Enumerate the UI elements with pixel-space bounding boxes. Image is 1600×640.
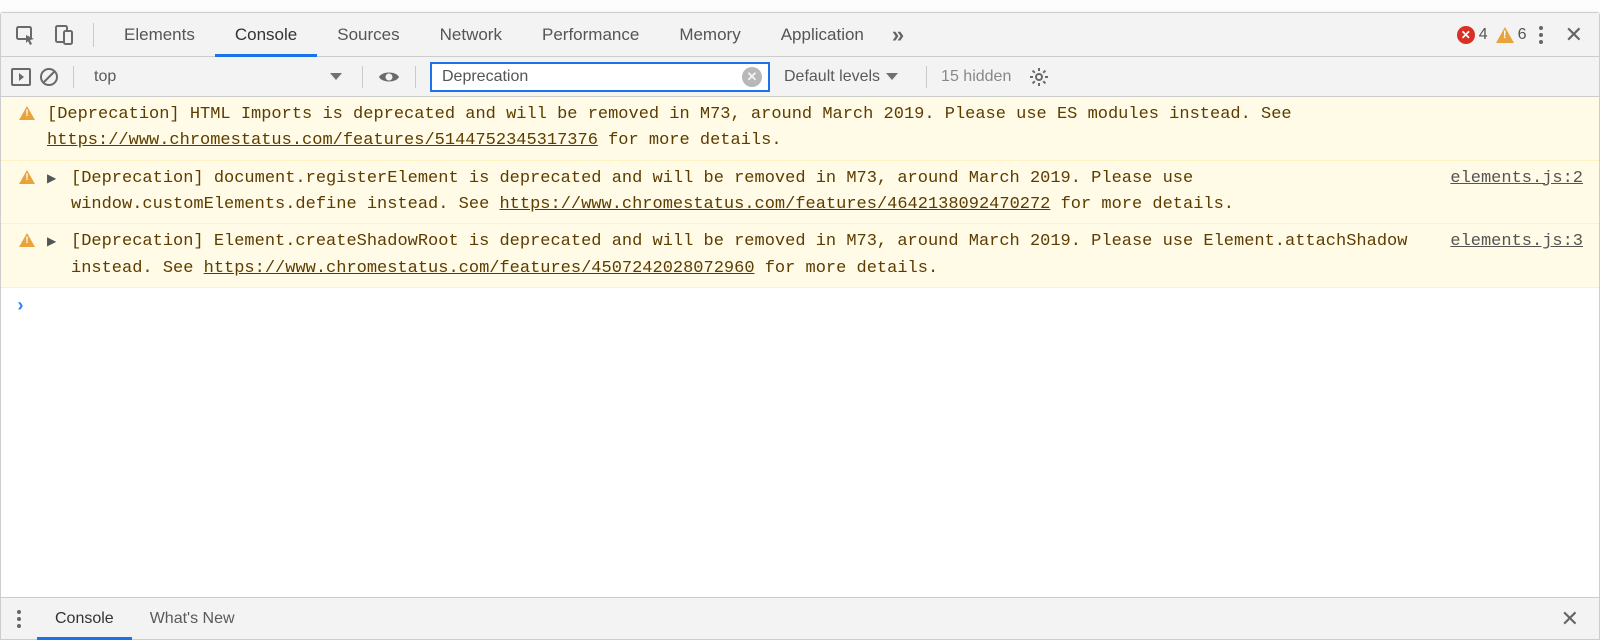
hidden-messages-count[interactable]: 15 hidden	[941, 68, 1011, 86]
live-expression-icon[interactable]	[377, 68, 401, 86]
inspect-element-icon[interactable]	[7, 18, 45, 52]
drawer-tab-whatsnew[interactable]: What's New	[132, 598, 253, 640]
close-drawer-icon[interactable]: ✕	[1551, 606, 1589, 632]
source-link[interactable]: elements.js:2	[1450, 169, 1583, 188]
separator	[93, 23, 94, 47]
console-warning-row[interactable]: ▶ [Deprecation] document.registerElement…	[1, 161, 1599, 225]
expand-toggle-icon[interactable]: ▶	[47, 229, 61, 282]
drawer-menu-icon[interactable]	[11, 604, 37, 634]
message-text: [Deprecation] HTML Imports is deprecated…	[47, 102, 1583, 155]
error-count-badge[interactable]: ✕ 4	[1457, 26, 1488, 44]
clear-console-icon[interactable]	[39, 67, 59, 87]
more-tabs-icon[interactable]: »	[884, 16, 912, 54]
tab-memory[interactable]: Memory	[659, 13, 760, 57]
separator	[362, 66, 363, 88]
tab-console[interactable]: Console	[215, 13, 317, 57]
toggle-sidebar-icon[interactable]	[11, 68, 31, 86]
main-tabstrip: Elements Console Sources Network Perform…	[1, 13, 1599, 57]
separator	[73, 66, 74, 88]
context-label: top	[94, 68, 116, 86]
chevron-down-icon	[886, 73, 898, 80]
warning-icon	[19, 106, 35, 120]
chevron-down-icon	[330, 73, 342, 80]
expand-toggle-icon[interactable]: ▶	[47, 166, 61, 219]
clear-filter-icon[interactable]: ✕	[742, 67, 762, 87]
drawer-tabstrip: Console What's New ✕	[1, 597, 1599, 639]
error-icon: ✕	[1457, 26, 1475, 44]
separator	[415, 66, 416, 88]
warning-count: 6	[1518, 26, 1527, 44]
message-link[interactable]: https://www.chromestatus.com/features/46…	[499, 195, 1050, 214]
error-count: 4	[1479, 26, 1488, 44]
console-warning-row[interactable]: [Deprecation] HTML Imports is deprecated…	[1, 97, 1599, 161]
tab-network[interactable]: Network	[420, 13, 522, 57]
message-text: [Deprecation] Element.createShadowRoot i…	[71, 229, 1433, 282]
levels-label: Default levels	[784, 68, 880, 86]
tab-performance[interactable]: Performance	[522, 13, 659, 57]
warning-icon	[1496, 27, 1514, 43]
tab-application[interactable]: Application	[761, 13, 884, 57]
tab-sources[interactable]: Sources	[317, 13, 419, 57]
devtools-window: Elements Console Sources Network Perform…	[0, 12, 1600, 640]
warning-icon	[19, 233, 35, 247]
filter-input[interactable]: Deprecation ✕	[430, 62, 770, 92]
console-warning-row[interactable]: ▶ [Deprecation] Element.createShadowRoot…	[1, 224, 1599, 288]
console-prompt[interactable]: ›	[1, 288, 1599, 328]
execution-context-selector[interactable]: top	[88, 68, 348, 86]
prompt-caret-icon: ›	[15, 294, 26, 322]
message-link[interactable]: https://www.chromestatus.com/features/45…	[204, 259, 755, 278]
drawer-tab-console[interactable]: Console	[37, 598, 132, 640]
console-messages: [Deprecation] HTML Imports is deprecated…	[1, 97, 1599, 597]
settings-menu-icon[interactable]	[1527, 20, 1555, 50]
warning-icon	[19, 170, 35, 184]
device-toolbar-icon[interactable]	[45, 18, 83, 52]
separator	[926, 66, 927, 88]
console-settings-icon[interactable]	[1019, 67, 1053, 87]
tab-elements[interactable]: Elements	[104, 13, 215, 57]
message-link[interactable]: https://www.chromestatus.com/features/51…	[47, 131, 598, 150]
log-levels-selector[interactable]: Default levels	[778, 68, 904, 86]
close-devtools-icon[interactable]: ✕	[1555, 22, 1593, 48]
console-toolbar: top Deprecation ✕ Default levels 15 hidd…	[1, 57, 1599, 97]
filter-text: Deprecation	[442, 68, 742, 86]
message-text: [Deprecation] document.registerElement i…	[71, 166, 1433, 219]
source-link[interactable]: elements.js:3	[1450, 232, 1583, 251]
warning-count-badge[interactable]: 6	[1496, 26, 1527, 44]
